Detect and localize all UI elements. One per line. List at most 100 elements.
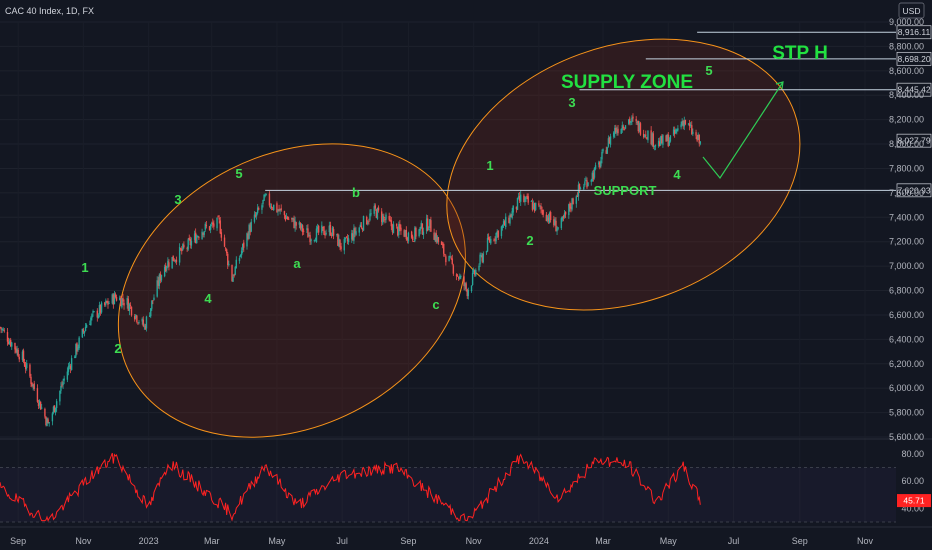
candle-body (527, 196, 529, 203)
wave-label: 3 (568, 95, 575, 110)
candle-body (428, 229, 430, 230)
wave-label: 1 (81, 260, 88, 275)
candle-body (452, 265, 455, 274)
candle-body (142, 319, 144, 327)
candle-body (524, 198, 526, 202)
candle-body (33, 383, 35, 390)
price-tick-label: 7,200.00 (889, 237, 924, 247)
candle-body (243, 242, 245, 248)
candle-body (451, 258, 453, 265)
price-tick-label: 8,800.00 (889, 41, 924, 51)
price-tick-label: 7,400.00 (889, 212, 924, 222)
candle-body (609, 136, 612, 145)
candle-body (549, 212, 552, 221)
candle-body (187, 239, 189, 250)
wave-label: 1 (486, 158, 493, 173)
candle-body (647, 130, 649, 141)
currency-button[interactable]: USD (898, 2, 925, 19)
candle-body (339, 239, 341, 248)
candle-body (63, 378, 65, 381)
wave-label: c (432, 297, 439, 312)
price-tick-label: 7,800.00 (889, 163, 924, 173)
candle-body (583, 186, 585, 190)
candle-body (479, 254, 481, 265)
candle-body (250, 221, 252, 232)
candle-body (602, 149, 604, 152)
candle-body (497, 230, 499, 238)
candle-body (123, 302, 125, 306)
candle-body (60, 386, 62, 391)
candle-body (374, 205, 376, 209)
candle-body (485, 251, 488, 253)
candle-body (594, 165, 597, 170)
candle-body (400, 227, 402, 231)
candle-body (538, 203, 540, 206)
candle-body (465, 283, 467, 289)
price-tick-label: 9,000.00 (889, 17, 924, 27)
candle-body (209, 224, 212, 230)
candle-body (205, 224, 208, 227)
candle-body (512, 205, 514, 213)
candle-body (617, 128, 619, 134)
price-tick-label: 6,200.00 (889, 359, 924, 369)
candle-body (138, 322, 140, 323)
candle-body (93, 311, 95, 313)
candle-body (369, 213, 371, 221)
candle-body (340, 246, 342, 250)
candle-body (377, 207, 380, 211)
wave-label: 4 (204, 291, 212, 306)
candle-body (197, 236, 199, 238)
price-tick-label: 6,000.00 (889, 383, 924, 393)
candle-body (218, 218, 220, 220)
candle-body (283, 211, 286, 216)
time-tick-label: Nov (857, 536, 874, 546)
price-tick-label: 7,000.00 (889, 261, 924, 271)
candle-body (219, 220, 221, 234)
wave-label: b (352, 185, 360, 200)
candle-body (699, 141, 702, 144)
candle-body (108, 302, 110, 304)
candle-body (175, 259, 178, 262)
candle-body (426, 218, 429, 231)
candle-body (575, 196, 578, 204)
candle-body (223, 237, 226, 247)
candle-body (443, 243, 445, 254)
rsi-tick-label: 80.00 (901, 449, 924, 459)
candle-body (470, 285, 473, 292)
candle-body (639, 123, 642, 135)
candle-body (153, 297, 155, 301)
price-tick-label: 8,600.00 (889, 66, 924, 76)
candle-body (564, 211, 567, 215)
candle-body (490, 238, 492, 244)
candle-body (500, 226, 503, 237)
currency-label: USD (903, 6, 921, 16)
candle-body (54, 407, 57, 413)
candle-body (100, 302, 103, 313)
candle-body (654, 144, 657, 147)
candle-body (557, 227, 559, 229)
time-tick-label: Jul (336, 536, 348, 546)
candle-body (301, 225, 304, 232)
price-tick-label: 7,600.00 (889, 188, 924, 198)
candle-body (355, 231, 357, 235)
candle-body (360, 225, 363, 228)
time-tick-label: Sep (10, 536, 26, 546)
candle-body (525, 196, 527, 199)
candle-body (460, 275, 462, 278)
chart-area[interactable]: 8,916.118,698.208,445.427,620.938,027.79… (0, 0, 932, 550)
candle-body (662, 135, 664, 145)
candle-body (572, 198, 574, 205)
time-tick-label: Mar (204, 536, 220, 546)
candle-body (632, 116, 634, 119)
candle-body (422, 231, 425, 235)
candle-body (213, 223, 215, 227)
candle-body (18, 357, 20, 360)
candle-body (233, 275, 235, 277)
candle-body (130, 306, 133, 316)
candle-body (482, 253, 484, 263)
price-tick-label: 6,400.00 (889, 334, 924, 344)
candle-body (122, 297, 124, 302)
level-price-label: 8,698.20 (897, 54, 930, 64)
candle-body (261, 205, 263, 210)
candle-body (405, 229, 408, 240)
